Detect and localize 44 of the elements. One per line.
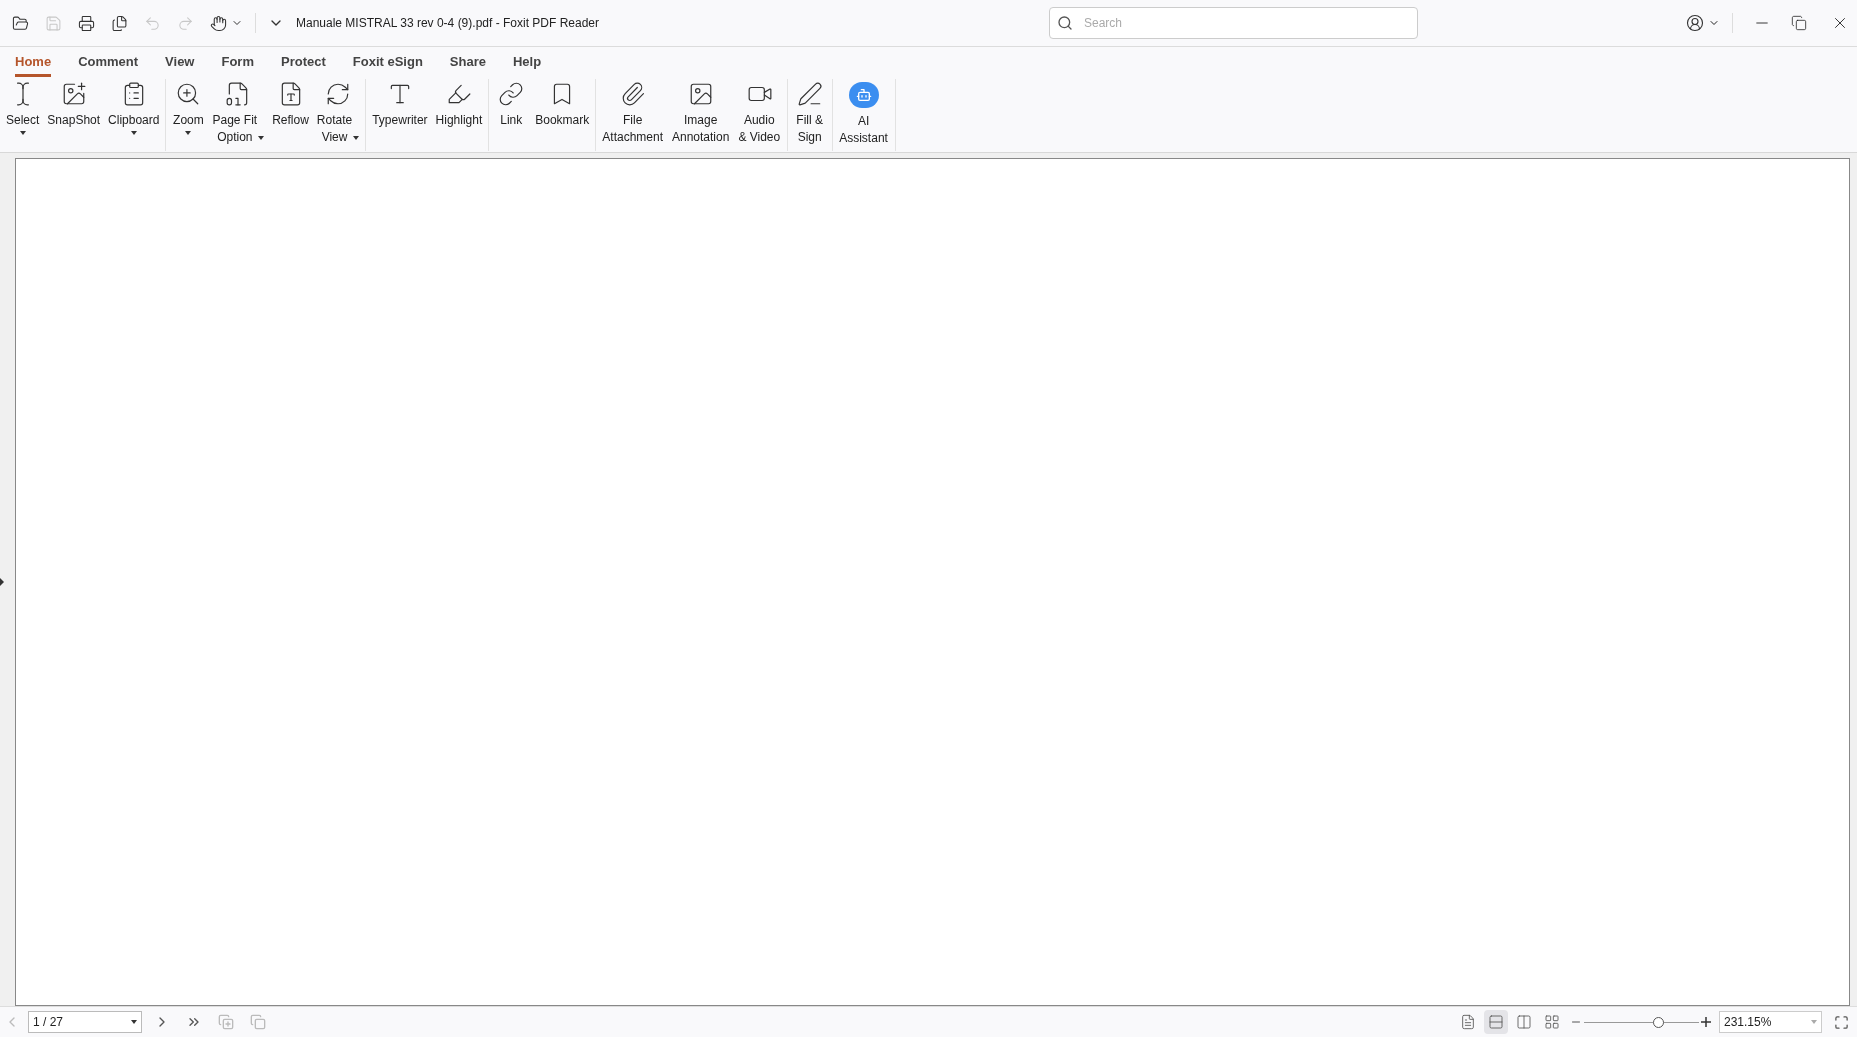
ribbon-button[interactable]: Zoom bbox=[168, 79, 209, 135]
ribbon-button[interactable]: Image Annotation bbox=[668, 79, 735, 146]
search-icon bbox=[1057, 15, 1073, 31]
hand-icon[interactable] bbox=[210, 14, 227, 32]
ribbon-tab[interactable]: Comment bbox=[78, 51, 139, 77]
ribbon-button[interactable]: Highlight bbox=[431, 79, 487, 129]
rotate-icon bbox=[325, 81, 351, 107]
ribbon-tab[interactable]: Protect bbox=[280, 51, 326, 77]
ribbon-button[interactable]: Fill & Sign bbox=[790, 79, 831, 146]
continuous-page-icon[interactable] bbox=[1484, 1010, 1508, 1034]
ribbon-tab[interactable]: Help bbox=[512, 51, 542, 77]
ribbon-button[interactable]: Page Fit Option bbox=[208, 79, 269, 146]
ribbon-tab[interactable]: View bbox=[165, 51, 195, 77]
ribbon-tab[interactable]: Share bbox=[449, 51, 486, 77]
document-icon[interactable] bbox=[111, 14, 128, 32]
account-icon[interactable] bbox=[1686, 14, 1704, 32]
ribbon-button[interactable]: Reflow bbox=[268, 79, 313, 129]
ribbon-tab[interactable]: Home bbox=[15, 51, 52, 77]
fullscreen-icon[interactable] bbox=[1834, 1014, 1849, 1030]
window-title: Manuale MISTRAL 33 rev 0-4 (9).pdf - Foxit PDF Reader bbox=[296, 15, 599, 32]
ribbon-button[interactable]: Rotate View bbox=[312, 79, 364, 146]
ribbon-button[interactable]: Audio & Video bbox=[734, 79, 786, 146]
ribbon-button[interactable]: Clipboard bbox=[104, 79, 164, 135]
zoom-slider-thumb[interactable] bbox=[1652, 1016, 1664, 1028]
print-icon[interactable] bbox=[78, 14, 95, 32]
page-number-field[interactable]: 1 / 27 bbox=[28, 1011, 142, 1033]
ribbon-button[interactable]: File Attachment bbox=[598, 79, 668, 146]
zoom-in-icon[interactable] bbox=[1701, 1017, 1711, 1027]
ribbon-button[interactable]: Bookmark bbox=[531, 79, 594, 129]
ribbon-button[interactable]: Link bbox=[491, 79, 532, 129]
link-icon bbox=[498, 81, 525, 107]
ribbon-button[interactable]: SnapShot bbox=[43, 79, 105, 129]
ribbon-button[interactable]: Select bbox=[2, 79, 44, 135]
ai-assistant-icon bbox=[849, 82, 880, 108]
ribbon-button[interactable]: AI Assistant bbox=[835, 79, 893, 147]
ribbon-button[interactable]: Typewriter bbox=[368, 79, 432, 129]
pen-icon bbox=[797, 81, 824, 107]
sidebar-toggle-icon[interactable] bbox=[0, 578, 4, 586]
ribbon-tab[interactable]: Foxit eSign bbox=[352, 51, 423, 77]
paperclip-icon bbox=[620, 81, 647, 107]
ribbon-tab[interactable]: Form bbox=[221, 51, 254, 77]
search-field[interactable]: Search bbox=[1049, 7, 1418, 39]
zoom-field[interactable]: 231.15% bbox=[1719, 1011, 1822, 1033]
open-folder-icon[interactable] bbox=[12, 14, 29, 32]
